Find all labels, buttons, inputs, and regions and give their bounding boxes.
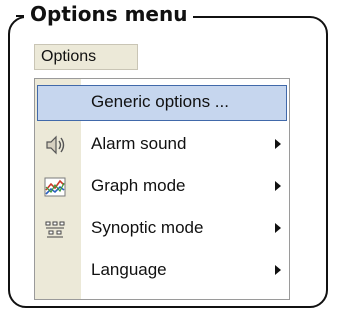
submenu-arrow-icon [275, 139, 281, 149]
menu-item-language[interactable]: Language [37, 253, 287, 289]
menu-item-generic-options[interactable]: Generic options ... [37, 85, 287, 121]
submenu-arrow-icon [275, 223, 281, 233]
menu-item-graph-mode[interactable]: Graph mode [37, 169, 287, 205]
frame-title: Options menu [24, 2, 194, 26]
menu-item-label: Alarm sound [91, 134, 187, 153]
submenu-arrow-icon [275, 265, 281, 275]
menu-item-synoptic-mode[interactable]: Synoptic mode [37, 211, 287, 247]
menu-item-alarm-sound[interactable]: Alarm sound [37, 127, 287, 163]
menu-item-label: Synoptic mode [91, 218, 204, 237]
graph-icon [43, 175, 67, 199]
options-dropdown-menu: Generic options ... Alarm sound Graph mo… [34, 78, 290, 300]
submenu-arrow-icon [275, 181, 281, 191]
menu-item-label: Language [91, 260, 167, 279]
menubar-options-label: Options [41, 48, 97, 65]
menu-item-label: Generic options ... [91, 92, 229, 111]
speaker-icon [43, 133, 67, 157]
synoptic-icon [43, 217, 67, 241]
menubar-options[interactable]: Options [34, 44, 138, 70]
menu-item-label: Graph mode [91, 176, 186, 195]
